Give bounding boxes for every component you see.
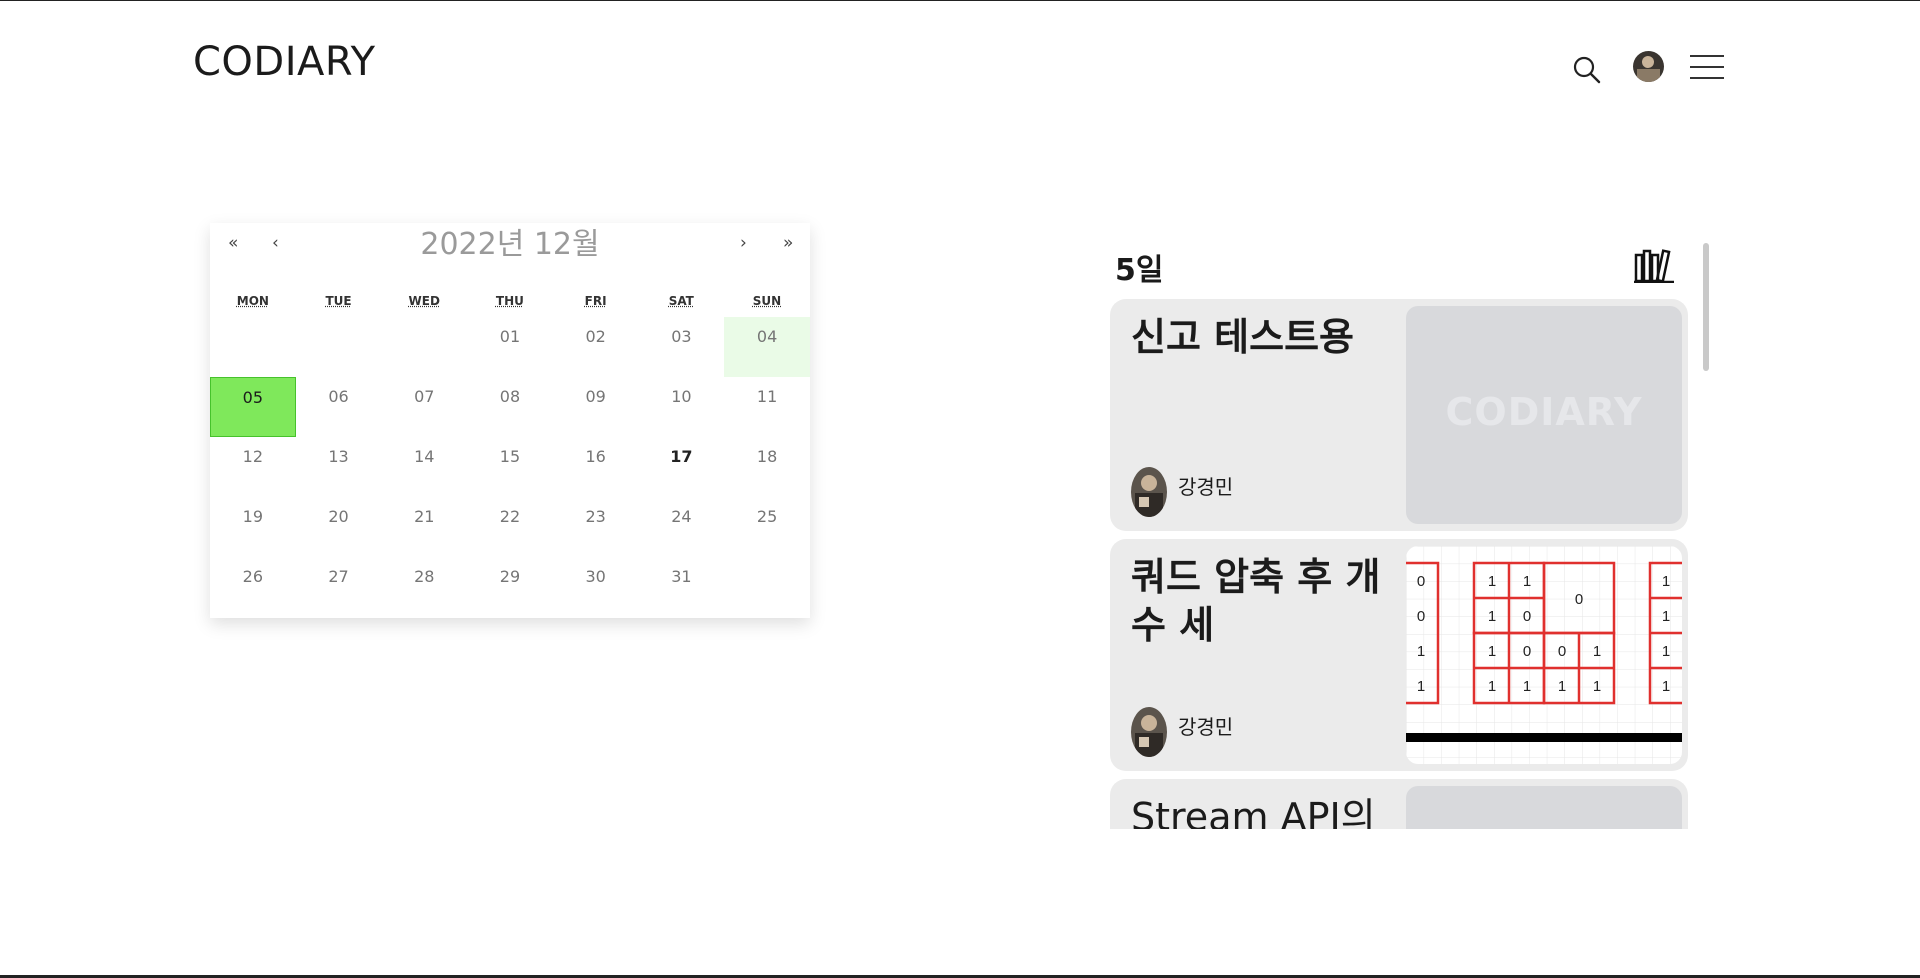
- selected-day-label: 5일: [1115, 253, 1164, 288]
- svg-text:1: 1: [1662, 608, 1670, 625]
- scrollbar[interactable]: [1703, 243, 1709, 371]
- svg-text:1: 1: [1662, 643, 1670, 660]
- svg-text:1: 1: [1593, 678, 1601, 695]
- calendar-day[interactable]: 21: [381, 497, 467, 557]
- calendar-empty-cell: [724, 557, 810, 617]
- svg-text:0: 0: [1523, 608, 1531, 625]
- svg-text:1: 1: [1417, 678, 1425, 695]
- card-thumbnail: [1406, 786, 1682, 829]
- calendar-day[interactable]: 24: [639, 497, 725, 557]
- diary-list-panel: 5일 신고 테스트용 강경민 CODIARY 쿼드 압축 후 개수 세 강경민 …: [1110, 241, 1720, 829]
- user-avatar[interactable]: [1633, 51, 1664, 82]
- calendar-day[interactable]: 27: [296, 557, 382, 617]
- calendar-day[interactable]: 29: [467, 557, 553, 617]
- calendar-day[interactable]: 28: [381, 557, 467, 617]
- card-author: 강경민: [1131, 707, 1233, 757]
- weekday-label: SUN: [752, 294, 782, 308]
- calendar-day[interactable]: 10: [639, 377, 725, 437]
- svg-text:1: 1: [1417, 643, 1425, 660]
- svg-text:1: 1: [1593, 643, 1601, 660]
- calendar-day[interactable]: 25: [724, 497, 810, 557]
- bookshelf-icon[interactable]: [1634, 247, 1674, 284]
- svg-text:1: 1: [1488, 573, 1496, 590]
- svg-text:1: 1: [1488, 678, 1496, 695]
- next-month-button[interactable]: ›: [740, 233, 747, 253]
- calendar-day[interactable]: 31: [639, 557, 725, 617]
- calendar-day[interactable]: 09: [553, 377, 639, 437]
- svg-text:1: 1: [1488, 643, 1496, 660]
- card-title: 쿼드 압축 후 개수 세: [1131, 555, 1381, 647]
- author-avatar: [1131, 707, 1167, 757]
- calendar-day[interactable]: 18: [724, 437, 810, 497]
- weekday-label: FRI: [584, 294, 607, 308]
- calendar-day[interactable]: 04: [724, 317, 810, 377]
- card-title: 신고 테스트용: [1131, 315, 1354, 359]
- svg-text:1: 1: [1488, 608, 1496, 625]
- calendar-day[interactable]: 03: [639, 317, 725, 377]
- svg-text:0: 0: [1417, 573, 1425, 590]
- calendar-days-grid: 01 02 03 04 05 06 07 08 09 10 11 12 13 14 15 16 17 18 19 20…: [210, 317, 810, 617]
- calendar-day[interactable]: 15: [467, 437, 553, 497]
- svg-text:0: 0: [1558, 643, 1566, 660]
- calendar-day[interactable]: 07: [381, 377, 467, 437]
- svg-text:1: 1: [1523, 573, 1531, 590]
- calendar-day[interactable]: 08: [467, 377, 553, 437]
- calendar-day[interactable]: 22: [467, 497, 553, 557]
- thumbnail-logo: CODIARY: [1445, 390, 1643, 434]
- calendar-day[interactable]: 02: [553, 317, 639, 377]
- calendar-day[interactable]: 06: [296, 377, 382, 437]
- prev-year-button[interactable]: «: [228, 233, 238, 253]
- weekday-label: SAT: [668, 294, 694, 308]
- weekday-header: MON TUE WED THU FRI SAT SUN: [210, 294, 810, 308]
- calendar: 2022년 12월 « ‹ › » MON TUE WED THU FRI SAT SUN …: [210, 223, 810, 618]
- calendar-day[interactable]: 17: [639, 437, 725, 497]
- svg-text:0: 0: [1575, 591, 1583, 608]
- calendar-day[interactable]: 05: [210, 377, 296, 437]
- svg-text:0: 0: [1417, 608, 1425, 625]
- search-icon[interactable]: [1572, 55, 1602, 85]
- calendar-day[interactable]: 01: [467, 317, 553, 377]
- diary-card[interactable]: 신고 테스트용 강경민 CODIARY: [1110, 299, 1688, 531]
- calendar-title: 2022년 12월: [420, 227, 600, 262]
- weekday-label: THU: [495, 294, 524, 308]
- calendar-empty-cell: [296, 317, 382, 377]
- calendar-day[interactable]: 11: [724, 377, 810, 437]
- svg-text:1: 1: [1558, 678, 1566, 695]
- calendar-day[interactable]: 14: [381, 437, 467, 497]
- weekday-label: MON: [236, 294, 269, 308]
- calendar-day[interactable]: 19: [210, 497, 296, 557]
- calendar-day[interactable]: 26: [210, 557, 296, 617]
- author-name: 강경민: [1178, 474, 1234, 499]
- prev-month-button[interactable]: ‹: [272, 233, 279, 253]
- weekday-label: TUE: [325, 294, 352, 308]
- calendar-day[interactable]: 20: [296, 497, 382, 557]
- svg-text:1: 1: [1523, 678, 1531, 695]
- svg-text:1: 1: [1662, 573, 1670, 590]
- card-author: 강경민: [1131, 467, 1233, 517]
- calendar-day[interactable]: 16: [553, 437, 639, 497]
- svg-text:1: 1: [1662, 678, 1670, 695]
- author-name: 강경민: [1178, 714, 1234, 739]
- card-thumbnail: 0 0 1 1 1 1 1 0 0 1 0 0 1 1 1 1 1 1 1 1 1: [1406, 546, 1682, 764]
- hamburger-menu-icon[interactable]: [1690, 55, 1726, 81]
- next-year-button[interactable]: »: [783, 233, 793, 253]
- site-logo[interactable]: CODIARY: [193, 39, 376, 85]
- card-title: Stream API의: [1131, 795, 1376, 829]
- diary-card[interactable]: Stream API의: [1110, 779, 1688, 829]
- diary-card[interactable]: 쿼드 압축 후 개수 세 강경민 0 0 1 1 1 1 1 0 0 1 0 0…: [1110, 539, 1688, 771]
- calendar-empty-cell: [210, 317, 296, 377]
- weekday-label: WED: [408, 294, 440, 308]
- calendar-day[interactable]: 13: [296, 437, 382, 497]
- calendar-day[interactable]: 12: [210, 437, 296, 497]
- card-thumbnail: CODIARY: [1406, 306, 1682, 524]
- calendar-empty-cell: [381, 317, 467, 377]
- svg-text:0: 0: [1523, 643, 1531, 660]
- calendar-day[interactable]: 23: [553, 497, 639, 557]
- calendar-day[interactable]: 30: [553, 557, 639, 617]
- author-avatar: [1131, 467, 1167, 517]
